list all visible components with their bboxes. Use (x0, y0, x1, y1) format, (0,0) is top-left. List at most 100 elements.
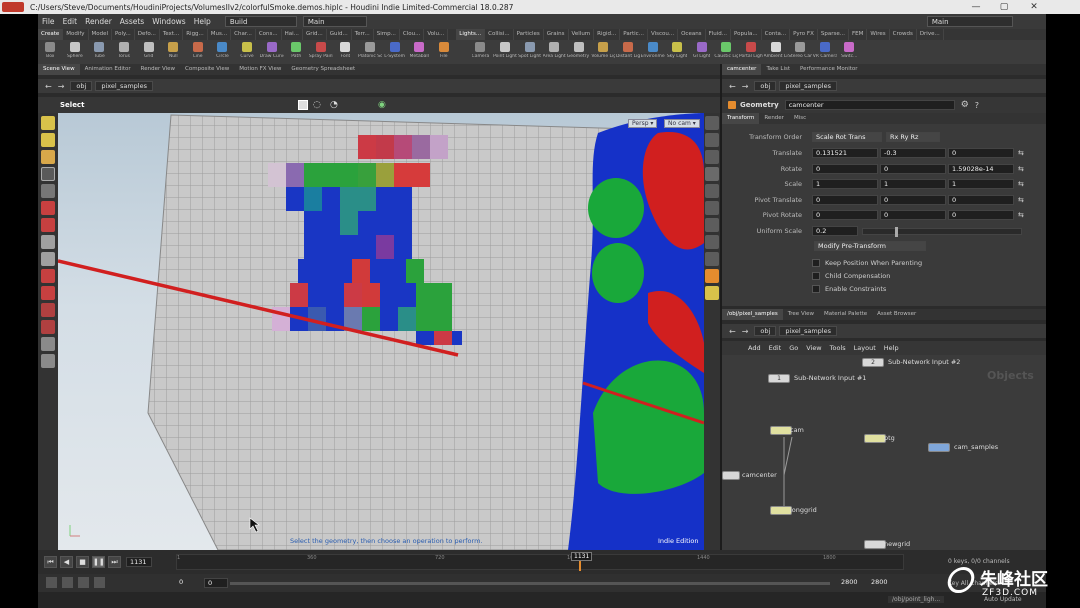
net-menu-go[interactable]: Go (785, 344, 802, 352)
back-arrow-icon[interactable]: ← (42, 82, 55, 91)
shelf-tab[interactable]: Hai... (282, 29, 303, 40)
range-end2-field[interactable]: 2800 (868, 578, 894, 588)
shelf-tool-button[interactable]: VR Camera (812, 40, 837, 64)
checkbox-row[interactable]: Keep Position When Parenting (812, 256, 922, 269)
shelf-tool-button[interactable]: Caustic Light (714, 40, 739, 64)
audio-icon[interactable] (46, 577, 57, 588)
shelf-tab[interactable]: Sparse... (818, 29, 849, 40)
camera-menu[interactable]: No cam ▾ (664, 119, 700, 128)
shelf-tab[interactable]: Mus... (208, 29, 232, 40)
shelf-tab[interactable]: Clou... (400, 29, 425, 40)
shelf-tab[interactable]: Conta... (762, 29, 791, 40)
shelf-tool-button[interactable]: Circle (210, 40, 235, 64)
layout-dropdown-right[interactable]: Main (926, 16, 1013, 27)
shelf-tool-button[interactable]: Distant Light (616, 40, 641, 64)
snap-tool-icon[interactable] (41, 286, 55, 300)
path-crumb-node[interactable]: pixel_samples (779, 81, 837, 91)
shelf-tab[interactable]: Drive... (917, 29, 944, 40)
forward-arrow-icon[interactable]: → (55, 82, 68, 91)
uniform-scale-field[interactable]: 0.2 (812, 226, 858, 236)
last-frame-button[interactable]: ⏭ (108, 556, 121, 568)
tab-performance-monitor[interactable]: Performance Monitor (795, 64, 863, 75)
param-field[interactable]: 0 (948, 210, 1014, 220)
channel-icon[interactable]: ⇆ (1018, 149, 1024, 157)
shelf-tab[interactable]: Model (89, 29, 113, 40)
tab-network[interactable]: /obj/pixel_samples (722, 309, 783, 320)
range-slider[interactable] (230, 582, 830, 585)
tab-geometry-spreadsheet[interactable]: Geometry Spreadsheet (286, 64, 360, 75)
shelf-tool-button[interactable]: Tube (87, 40, 112, 64)
shelf-tab[interactable]: Guid... (327, 29, 352, 40)
channel-icon[interactable]: ⇆ (1018, 165, 1024, 173)
play-button[interactable]: ❚❚ (92, 556, 105, 568)
param-field[interactable]: 1 (880, 179, 946, 189)
tab-animation-editor[interactable]: Animation Editor (80, 64, 136, 75)
param-field[interactable]: 1 (812, 179, 878, 189)
shelf-tab[interactable]: Modify (63, 29, 89, 40)
node-ptg[interactable]: ptg (864, 433, 895, 443)
select-mode-icon[interactable] (298, 100, 308, 110)
snap-prim-icon[interactable] (41, 354, 55, 368)
timeline-track[interactable]: 1 360 720 1080 1440 1800 1131 (176, 552, 904, 571)
minimize-icon[interactable]: — (966, 2, 986, 12)
node-subnet-input-1[interactable]: 1 Sub-Network Input #1 (768, 373, 866, 383)
checkbox-row[interactable]: Child Compensation (812, 269, 922, 282)
tab-render[interactable]: Render (759, 113, 789, 124)
shelf-tool-button[interactable]: Geometry Light (566, 40, 591, 64)
param-field[interactable]: 0 (880, 163, 946, 174)
shelf-tab[interactable]: Rigid... (594, 29, 621, 40)
param-field[interactable]: 0 (812, 194, 878, 205)
snap-curve-icon[interactable] (41, 337, 55, 351)
shelf-tab[interactable]: Vellum (569, 29, 595, 40)
tab-transform[interactable]: Transform (722, 113, 760, 124)
shelf-tool-button[interactable]: Line (186, 40, 211, 64)
channel-icon[interactable]: ⇆ (1018, 196, 1024, 204)
close-icon[interactable]: ✕ (1024, 2, 1044, 12)
node-cam-samples[interactable]: cam_samples (928, 442, 998, 452)
layout-dropdown-left[interactable]: Main (302, 16, 367, 27)
step-icon[interactable] (94, 577, 105, 588)
param-field[interactable]: 0.131521 (812, 148, 878, 158)
menu-assets[interactable]: Assets (116, 17, 148, 26)
normals-icon[interactable] (705, 235, 719, 249)
net-menu-help[interactable]: Help (880, 344, 903, 352)
checkbox-box[interactable] (812, 258, 820, 267)
desktop-dropdown[interactable]: Build (224, 16, 297, 27)
shelf-tab[interactable]: Lights... (456, 29, 486, 40)
tab-render-view[interactable]: Render View (136, 64, 180, 75)
shelf-tab[interactable]: Defo... (135, 29, 160, 40)
snap-grid-icon[interactable] (41, 303, 55, 317)
lock-camera-icon[interactable] (705, 150, 719, 164)
param-field[interactable]: 0 (880, 194, 946, 205)
slider-handle[interactable] (895, 226, 898, 237)
forward-arrow-icon[interactable]: → (739, 82, 752, 91)
shelf-tool-button[interactable]: Torus (112, 40, 137, 64)
shelf-tool-button[interactable]: Font (333, 40, 358, 64)
tab-camcenter[interactable]: camcenter (722, 64, 762, 75)
shelf-tool-button[interactable]: Camera (468, 40, 493, 64)
uniform-scale-slider[interactable] (862, 226, 1022, 237)
node-cam[interactable]: cam (770, 425, 804, 435)
scene-viewport[interactable]: Persp ▾ No cam ▾ Select the geometry, th… (58, 113, 704, 550)
display-options-icon[interactable] (705, 116, 719, 130)
flipbook-icon[interactable] (705, 286, 719, 300)
maximize-icon[interactable]: ▢ (994, 2, 1014, 12)
shelf-tab[interactable]: Char... (231, 29, 256, 40)
shelf-tool-button[interactable]: L-System (382, 40, 407, 64)
modify-pre-transform-button[interactable]: Modify Pre-Transform (814, 241, 926, 251)
param-field[interactable]: 1 (948, 179, 1014, 189)
range-start2-field[interactable]: 0 (204, 578, 228, 588)
shelf-tab[interactable]: FEM (849, 29, 868, 40)
shelf-tab[interactable]: Particles (514, 29, 544, 40)
param-field[interactable]: 0 (812, 163, 878, 174)
shelf-tab[interactable]: Fluid... (706, 29, 732, 40)
tab-tree-view[interactable]: Tree View (783, 309, 819, 320)
snapshot-icon[interactable] (705, 269, 719, 283)
shelf-tab[interactable]: Oceans (678, 29, 706, 40)
rotation-order-menu[interactable]: Rx Ry Rz (886, 132, 940, 142)
shelf-tool-button[interactable]: Draw Curve (259, 40, 284, 64)
net-menu-edit[interactable]: Edit (765, 344, 786, 352)
shelf-tool-button[interactable]: Path (284, 40, 309, 64)
guides-icon[interactable] (705, 252, 719, 266)
tab-take-list[interactable]: Take List (761, 64, 795, 75)
